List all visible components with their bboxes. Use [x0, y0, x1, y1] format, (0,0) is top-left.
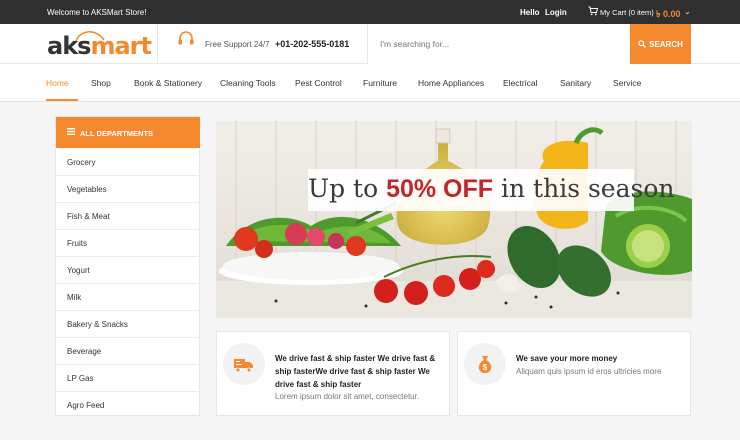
feature-subtitle: Aliquam quis ipsum id eros ultricies mor…	[516, 367, 662, 376]
banner-image	[216, 121, 692, 318]
cart-icon[interactable]	[588, 6, 598, 16]
delivery-truck-icon	[234, 359, 253, 373]
sidebar-item-yogurt[interactable]: Yogurt	[56, 257, 200, 284]
banner-headline-box: Up to 50% OFF in this season	[308, 169, 674, 211]
nav-item-shop[interactable]: Shop	[91, 78, 111, 88]
search-button-label: SEARCH	[649, 39, 683, 49]
sidebar-item-bakery-snacks[interactable]: Bakery & Snacks	[56, 311, 200, 338]
banner-headline: Up to 50% OFF in this season	[308, 174, 674, 204]
sidebar-item-fruits[interactable]: Fruits	[56, 230, 200, 257]
login-link[interactable]: Login	[545, 8, 567, 17]
nav-item-pest-control[interactable]: Pest Control	[295, 78, 342, 88]
banner-headline-suffix: in this season	[493, 174, 675, 203]
all-departments-header[interactable]: ALL DEPARTMENTS	[56, 117, 200, 148]
main-nav: Home Shop Book & Stationery Cleaning Too…	[0, 64, 740, 102]
chevron-down-icon[interactable]: ⌄	[684, 7, 691, 16]
cart-label[interactable]: My Cart (0 item)	[600, 8, 654, 17]
feature-icon-circle: $	[464, 343, 506, 385]
search-icon	[638, 40, 647, 48]
logo-text-aks: aks	[47, 32, 91, 60]
search-button[interactable]: SEARCH	[630, 24, 691, 64]
hello-link[interactable]: Hello	[520, 8, 540, 17]
feature-card-savings: $ We save your more money Aliquam quis i…	[457, 331, 691, 416]
sidebar-item-beverage[interactable]: Beverage	[56, 338, 200, 365]
welcome-text: Welcome to AKSMart Store!	[47, 8, 147, 17]
cart-total[interactable]: ৳ 0.00	[656, 7, 681, 22]
all-departments-label: ALL DEPARTMENTS	[80, 129, 154, 138]
nav-item-furniture[interactable]: Furniture	[363, 78, 397, 88]
nav-item-home[interactable]: Home	[46, 78, 69, 88]
divider	[157, 24, 158, 64]
departments-sidebar: ALL DEPARTMENTS Grocery Vegetables Fish …	[55, 116, 200, 416]
sidebar-item-lp-gas[interactable]: LP Gas	[56, 365, 200, 392]
logo-text-mart: mart	[90, 32, 152, 60]
sidebar-item-fish-meat[interactable]: Fish & Meat	[56, 203, 200, 230]
feature-card-delivery: We drive fast & ship faster We drive fas…	[216, 331, 450, 416]
nav-item-book-stationery[interactable]: Book & Stationery	[134, 78, 202, 88]
nav-item-home-appliances[interactable]: Home Appliances	[418, 78, 484, 88]
feature-subtitle: Lorem ipsum dolor sit amet, consectetur.	[275, 392, 420, 401]
promo-banner[interactable]: Up to 50% OFF in this season	[216, 121, 692, 318]
feature-title: We drive fast & ship faster We drive fas…	[275, 354, 436, 389]
feature-title: We save your more money	[516, 354, 618, 363]
nav-item-sanitary[interactable]: Sanitary	[560, 78, 591, 88]
svg-text:$: $	[483, 363, 488, 372]
active-nav-indicator	[46, 99, 78, 101]
support-label: Free Support 24/7	[205, 40, 270, 49]
support-phone[interactable]: +01-202-555-0181	[275, 39, 349, 49]
feature-icon-circle	[223, 343, 265, 385]
site-logo[interactable]: aksmart	[47, 32, 152, 60]
sidebar-item-vegetables[interactable]: Vegetables	[56, 176, 200, 203]
money-bag-icon: $	[478, 356, 492, 373]
sidebar-item-grocery[interactable]: Grocery	[56, 149, 200, 176]
nav-item-electrical[interactable]: Electrical	[503, 78, 537, 88]
headset-icon	[178, 31, 194, 45]
nav-item-service[interactable]: Service	[613, 78, 641, 88]
search-input[interactable]	[368, 24, 630, 64]
top-bar: Welcome to AKSMart Store! Hello Login My…	[0, 0, 740, 24]
menu-icon	[67, 128, 75, 135]
sidebar-item-agro-feed[interactable]: Agro Feed	[56, 392, 200, 419]
nav-item-cleaning-tools[interactable]: Cleaning Tools	[220, 78, 276, 88]
sidebar-item-milk[interactable]: Milk	[56, 284, 200, 311]
banner-headline-highlight: 50% OFF	[386, 175, 494, 203]
banner-headline-prefix: Up to	[308, 174, 387, 203]
header: aksmart Free Support 24/7 +01-202-555-01…	[0, 24, 740, 64]
